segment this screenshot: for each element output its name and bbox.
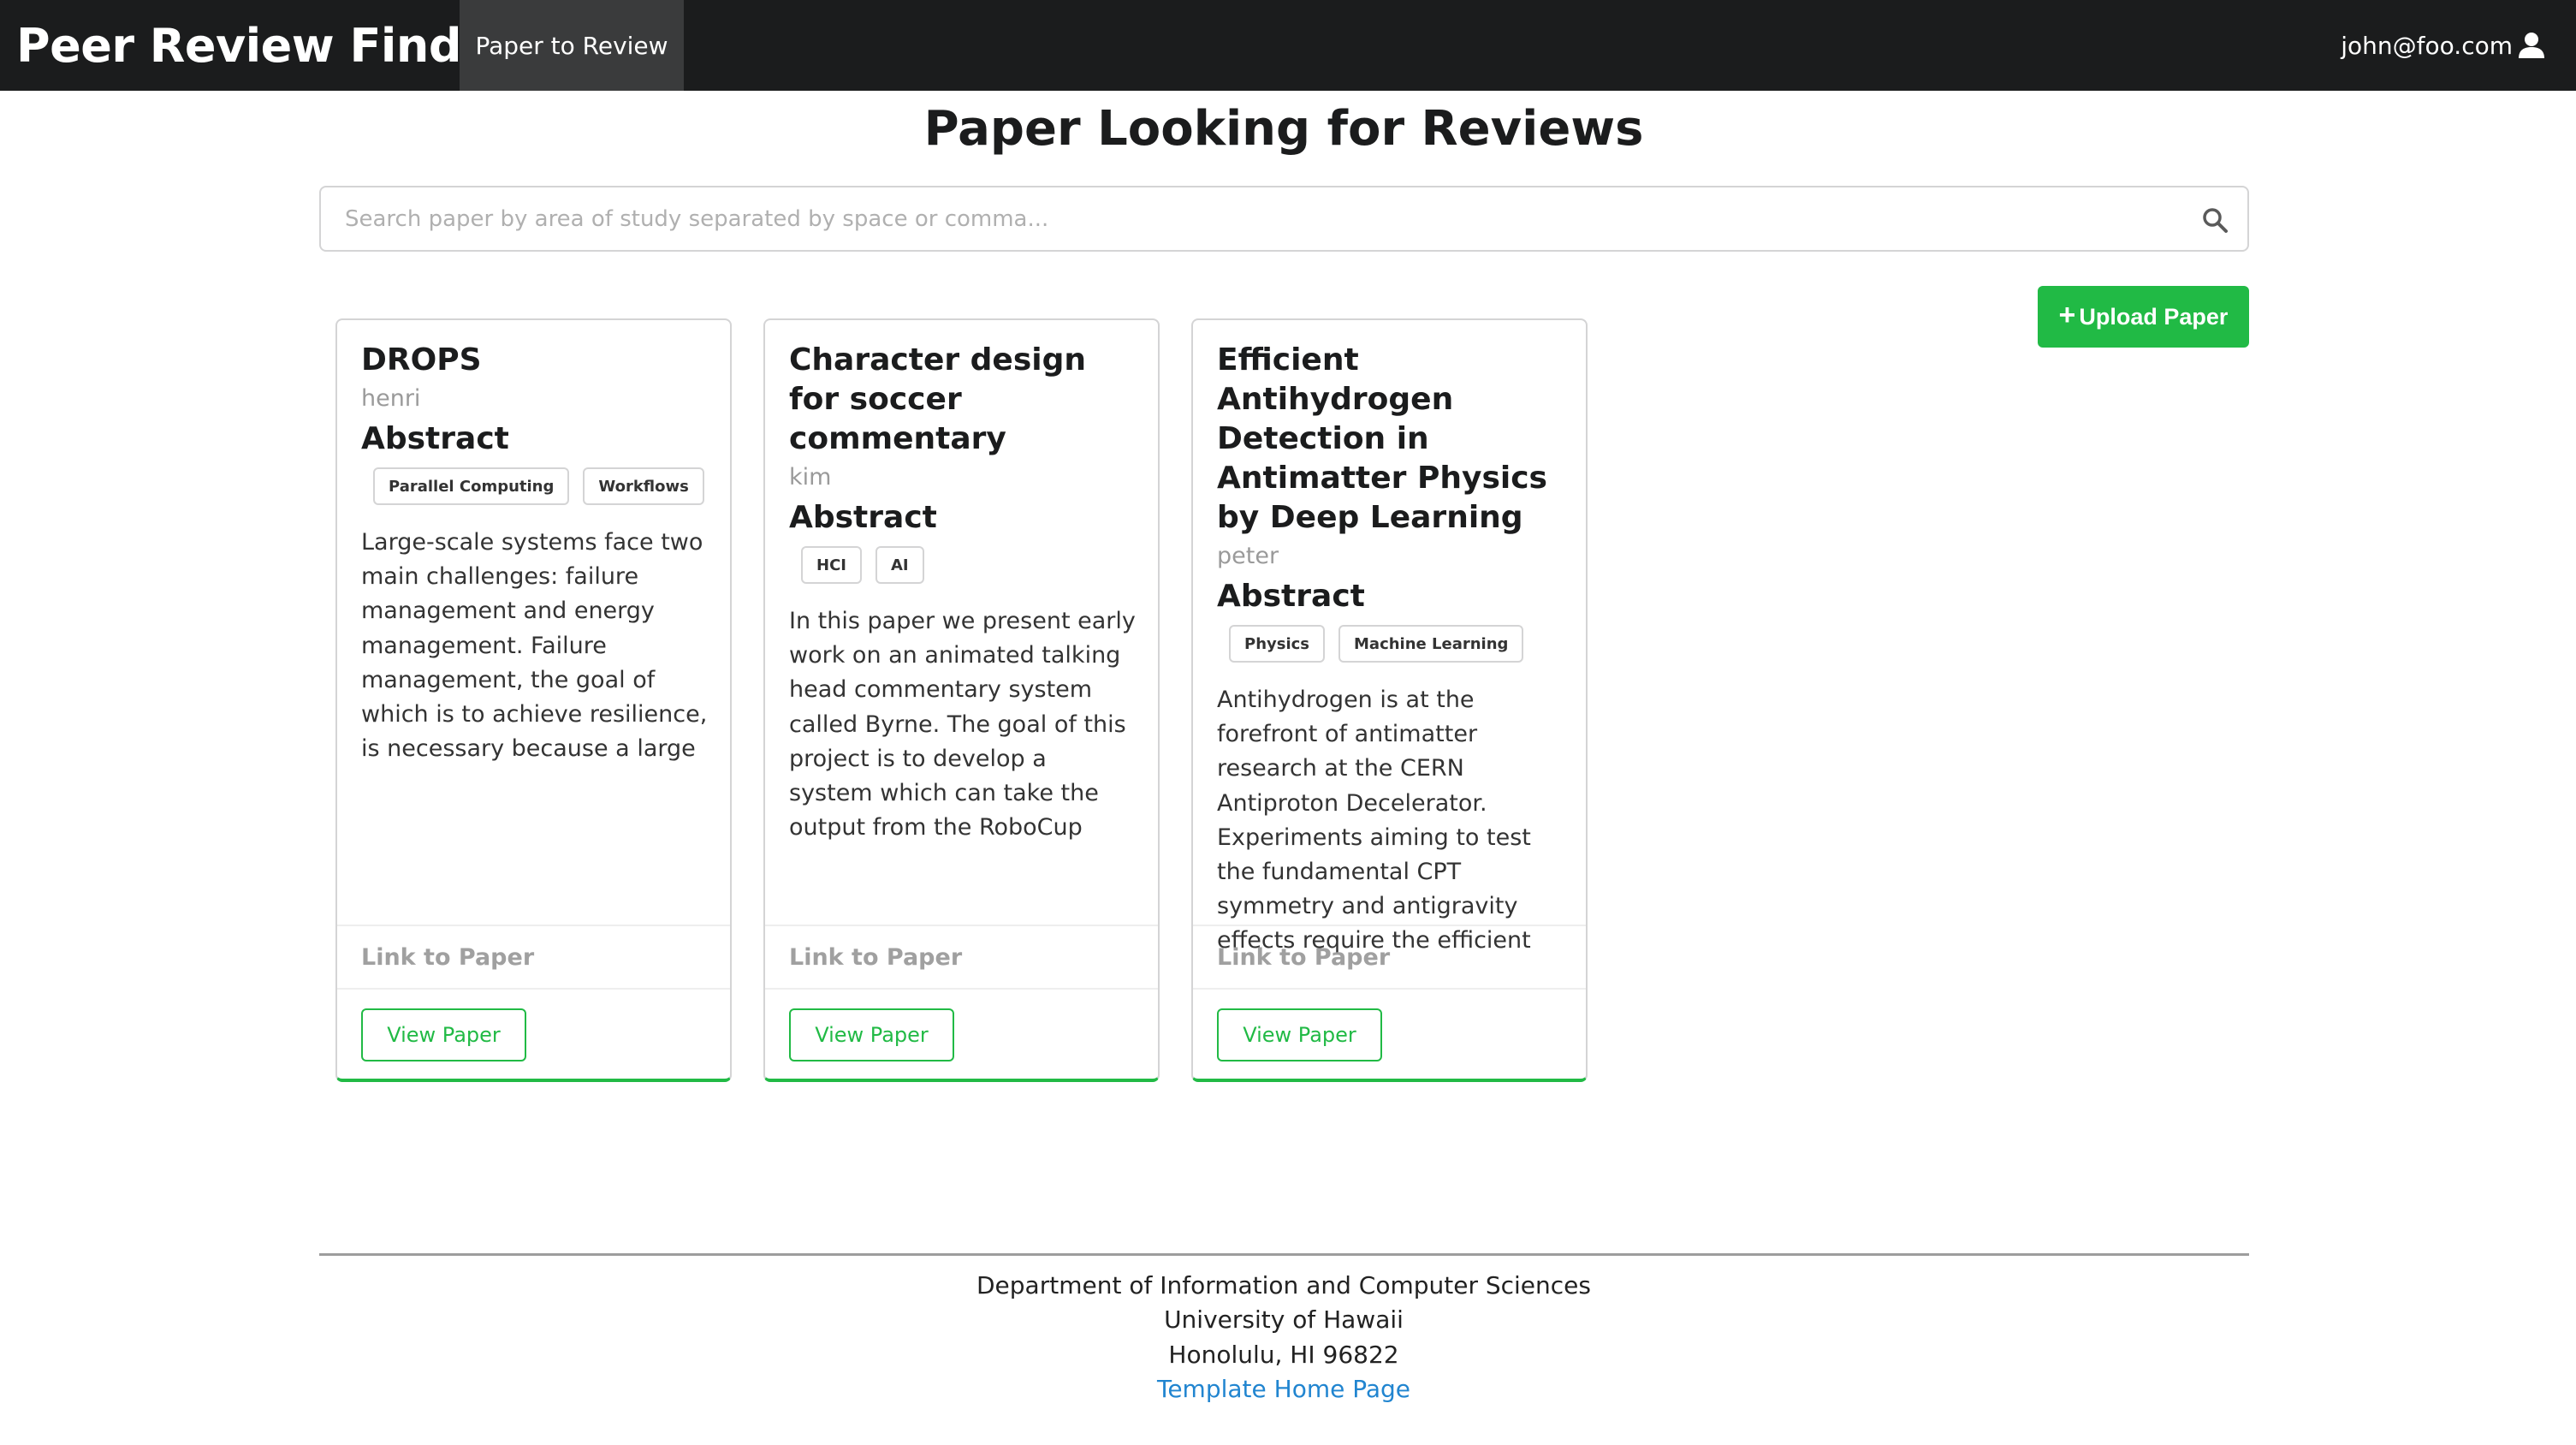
search-icon[interactable] [2201, 206, 2229, 234]
abstract-heading: Abstract [361, 421, 509, 456]
footer-department: Department of Information and Computer S… [976, 1271, 1591, 1299]
page-title: Paper Looking for Reviews [923, 101, 1644, 157]
abstract-text: Large-scale systems face two main challe… [361, 529, 708, 763]
template-home-link[interactable]: Template Home Page [1157, 1375, 1410, 1403]
area-tag: Parallel Computing [373, 467, 570, 505]
view-paper-button[interactable]: View Paper [789, 1008, 954, 1061]
area-tag: Machine Learning [1338, 625, 1524, 663]
area-tag: HCI [801, 546, 862, 584]
paper-author: henri [361, 385, 421, 412]
tag-list: Physics Machine Learning [1229, 625, 1564, 663]
tag-list: HCI AI [801, 546, 1136, 584]
footer-address: Honolulu, HI 96822 [1168, 1340, 1399, 1369]
nav-paper-to-review[interactable]: Paper to Review [460, 0, 684, 91]
paper-card: Efficient Antihydrogen Detection in Anti… [1191, 318, 1588, 1082]
footer: Department of Information and Computer S… [0, 1269, 2567, 1407]
user-icon [2519, 33, 2544, 58]
paper-title: Efficient Antihydrogen Detection in Anti… [1217, 342, 1547, 535]
view-paper-button[interactable]: View Paper [361, 1008, 526, 1061]
footer-university: University of Hawaii [1164, 1305, 1404, 1335]
paper-link[interactable]: Link to Paper [337, 925, 730, 990]
area-tag: Workflows [583, 467, 704, 505]
footer-divider [319, 1253, 2249, 1256]
tag-list: Parallel Computing Workflows [373, 467, 708, 505]
area-tag: Physics [1229, 625, 1326, 663]
abstract-heading: Abstract [1217, 579, 1365, 614]
top-navbar: Peer Review Finder Paper to Review john@… [0, 0, 2576, 91]
paper-card: DROPS henri Abstract Parallel Computing … [335, 318, 732, 1082]
abstract-text: In this paper we present early work on a… [789, 608, 1136, 841]
search-box [319, 186, 2249, 252]
view-paper-button[interactable]: View Paper [1217, 1008, 1382, 1061]
paper-author: peter [1217, 543, 1279, 569]
paper-link[interactable]: Link to Paper [765, 925, 1158, 990]
area-tag: AI [875, 546, 924, 584]
upload-paper-label: Upload Paper [2079, 303, 2229, 330]
upload-paper-button[interactable]: + Upload Paper [2038, 286, 2249, 348]
abstract-text: Antihydrogen is at the forefront of anti… [1217, 687, 1531, 954]
search-input[interactable] [321, 187, 2247, 250]
user-menu[interactable]: john@foo.com [2341, 0, 2545, 91]
brand-logo[interactable]: Peer Review Finder [16, 7, 515, 84]
user-email: john@foo.com [2341, 31, 2513, 60]
paper-card: Character design for soccer commentary k… [763, 318, 1160, 1082]
abstract-heading: Abstract [789, 500, 937, 535]
paper-author: kim [789, 464, 832, 491]
plus-icon: + [2058, 299, 2076, 331]
paper-title: DROPS [361, 342, 482, 378]
paper-link[interactable]: Link to Paper [1193, 925, 1586, 990]
paper-title: Character design for soccer commentary [789, 342, 1086, 456]
